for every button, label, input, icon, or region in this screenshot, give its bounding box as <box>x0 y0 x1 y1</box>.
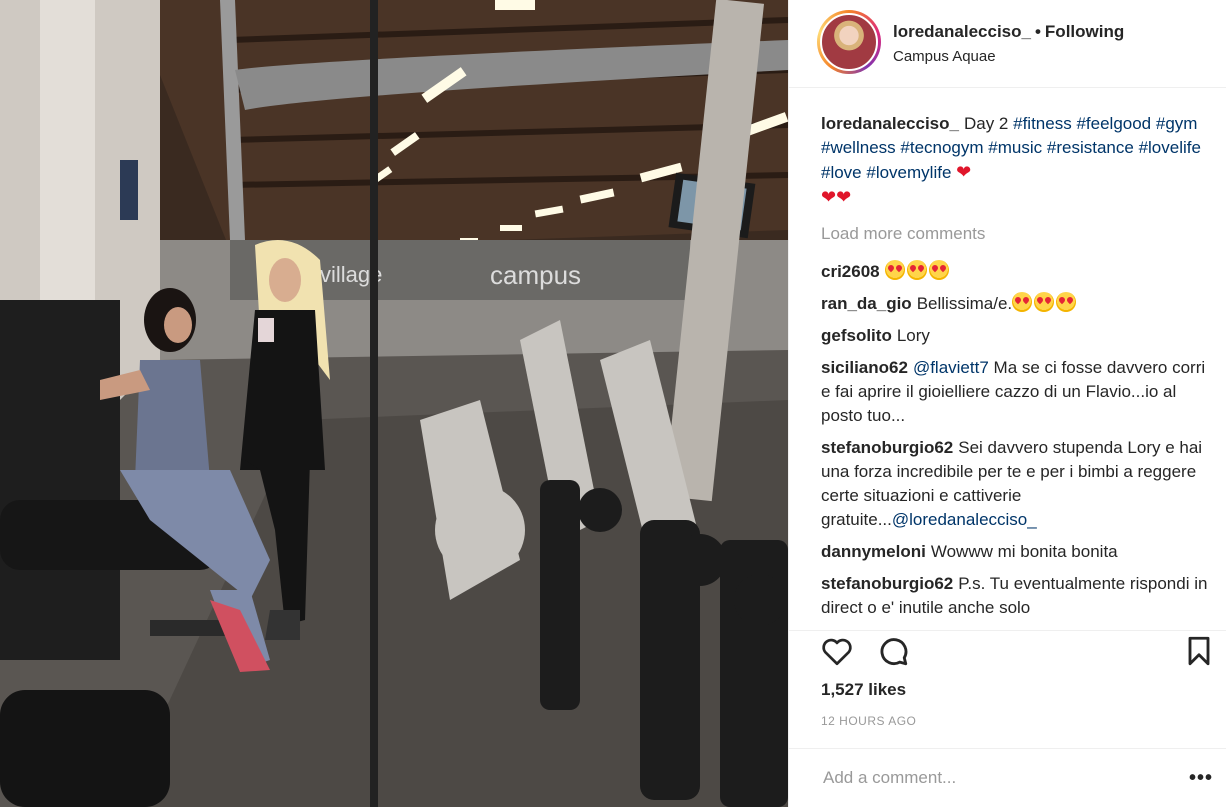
post-photo[interactable]: village campus <box>0 0 788 807</box>
heart-eyes-emoji-icon <box>1056 292 1077 312</box>
caption-username[interactable]: loredanalecciso_ <box>821 114 959 133</box>
comment-text: Bellissima/e. <box>916 294 1013 313</box>
separator-dot: • <box>1034 22 1041 41</box>
like-count[interactable]: 1,527 likes <box>821 680 906 700</box>
comment-username[interactable]: cri2608 <box>821 262 880 281</box>
comment-username[interactable]: ran_da_gio <box>821 294 912 313</box>
comment-item: dannymeloni Wowww mi bonita bonita <box>821 540 1213 564</box>
location-link[interactable]: Campus Aquae <box>893 48 996 65</box>
heart-eyes-emoji-icon <box>906 260 927 280</box>
kiss-emoji-icon <box>1034 292 1055 312</box>
load-more-comments-button[interactable]: Load more comments <box>821 222 1213 246</box>
comment-text: Wowww mi bonita bonita <box>930 542 1118 561</box>
comment-item: stefanoburgio62 Sei davvero stupenda Lory… <box>821 436 1213 532</box>
comment-item: gefsolito Lory <box>821 324 1213 348</box>
post-sidebar: loredanalecciso_ • Following Campus Aquae … <box>788 0 1226 807</box>
hashtag-link[interactable]: #tecnogym <box>900 138 983 157</box>
red-heart-emoji-icon: ❤ <box>956 162 972 182</box>
comment-username[interactable]: gefsolito <box>821 326 892 345</box>
hashtag-link[interactable]: #music <box>988 138 1042 157</box>
comment-item: siciliano62 @flaviett7 Ma se ci fosse dav… <box>821 356 1213 428</box>
comment-username[interactable]: siciliano62 <box>821 358 908 377</box>
mention-link[interactable]: @flaviett7 <box>913 358 989 377</box>
hashtag-link[interactable]: #wellness <box>821 138 896 157</box>
caption: loredanalecciso_ Day 2 #fitness #feelgood… <box>821 112 1213 210</box>
hashtag-link[interactable]: #feelgood <box>1076 114 1151 133</box>
following-button[interactable]: Following <box>1045 22 1124 41</box>
bookmark-icon[interactable] <box>1181 633 1217 669</box>
hashtag-link[interactable]: #resistance <box>1047 138 1134 157</box>
hashtag-link[interactable]: #fitness <box>1013 114 1072 133</box>
avatar[interactable] <box>820 13 878 71</box>
speech-bubble-icon[interactable] <box>875 633 911 669</box>
add-comment-input[interactable] <box>821 767 1165 789</box>
comment-username[interactable]: dannymeloni <box>821 542 926 561</box>
post-timestamp[interactable]: 12 HOURS AGO <box>821 714 916 728</box>
hashtag-link[interactable]: #gym <box>1156 114 1198 133</box>
comment-item: ran_da_gio Bellissima/e. <box>821 292 1213 316</box>
mention-link[interactable]: @loredanalecciso_ <box>892 510 1037 529</box>
caption-text: Day 2 <box>963 114 1009 133</box>
red-heart-emoji-icon: ❤ <box>821 187 837 207</box>
comments-list[interactable]: loredanalecciso_ Day 2 #fitness #feelgood… <box>821 112 1213 630</box>
comment-username[interactable]: stefanoburgio62 <box>821 438 953 457</box>
hashtag-link[interactable]: #lovelife <box>1139 138 1201 157</box>
red-heart-emoji-icon: ❤ <box>836 187 852 207</box>
add-comment-section: ••• <box>789 748 1226 807</box>
hashtag-link[interactable]: #love <box>821 163 862 182</box>
gym-scene-image: village campus <box>0 0 788 807</box>
post-header: loredanalecciso_ • Following Campus Aquae <box>789 0 1226 88</box>
story-ring[interactable] <box>817 10 881 74</box>
kiss-emoji-icon <box>1012 292 1033 312</box>
hashtag-link[interactable]: #lovemylife <box>866 163 951 182</box>
post-username-link[interactable]: loredanalecciso_ <box>893 22 1031 41</box>
heart-eyes-emoji-icon <box>928 260 949 280</box>
heart-outline-icon[interactable] <box>819 633 855 669</box>
wall-sign-campus: campus <box>490 260 581 290</box>
more-dots-icon[interactable]: ••• <box>1189 767 1213 790</box>
username-row: loredanalecciso_ • Following <box>893 22 1124 42</box>
comment-item: stefanoburgio62 P.s. Tu eventualmente ris… <box>821 572 1213 620</box>
comment-item: cri2608 <box>821 260 1213 284</box>
comment-text: Lory <box>896 326 930 345</box>
comment-username[interactable]: stefanoburgio62 <box>821 574 953 593</box>
heart-eyes-emoji-icon <box>884 260 905 280</box>
